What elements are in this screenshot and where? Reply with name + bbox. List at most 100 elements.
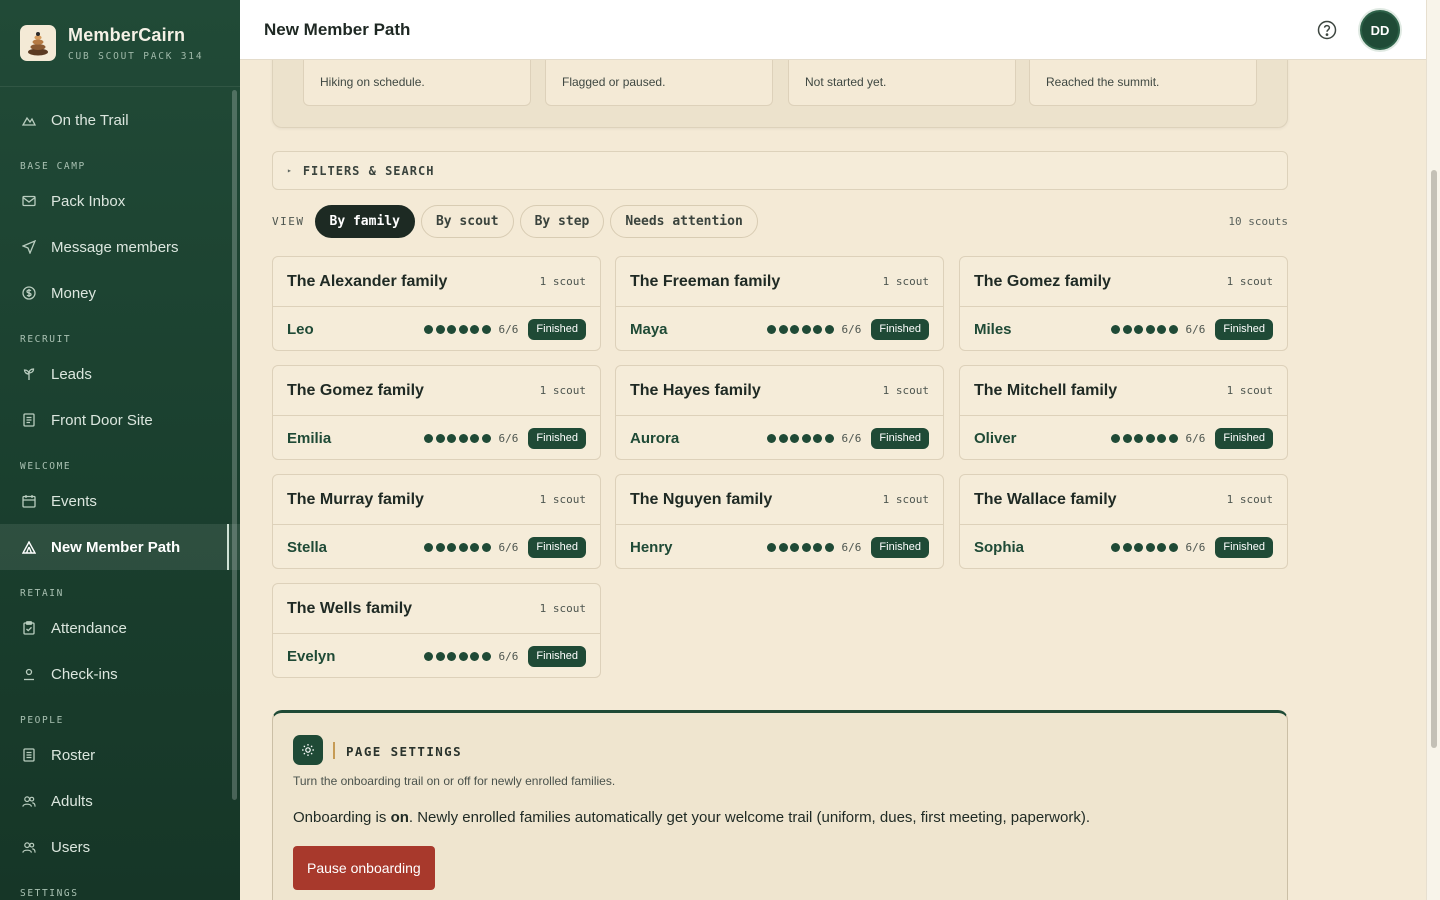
family-name: The Wells family <box>287 599 413 617</box>
scout-row[interactable]: Aurora 6/6 Finished <box>616 416 943 460</box>
scout-row[interactable]: Miles 6/6 Finished <box>960 307 1287 351</box>
family-card[interactable]: The Freeman family 1 scout Maya 6/6 Finished <box>615 256 944 351</box>
scout-row[interactable]: Evelyn 6/6 Finished <box>273 634 600 678</box>
scout-row[interactable]: Emilia 6/6 Finished <box>273 416 600 460</box>
family-scout-count: 1 scout <box>1226 384 1273 397</box>
step-dot <box>1157 324 1167 334</box>
step-dot <box>1168 433 1178 443</box>
sidebar-item-check-ins[interactable]: Check-ins <box>0 651 240 697</box>
status-badge: Finished <box>871 427 929 449</box>
view-by-scout-button[interactable]: By scout <box>420 205 514 238</box>
view-by-step-button[interactable]: By step <box>519 205 605 238</box>
family-card[interactable]: The Mitchell family 1 scout Oliver 6/6 Finis… <box>959 365 1288 460</box>
family-scout-count: 1 scout <box>1226 493 1273 506</box>
sidebar-item-events[interactable]: Events <box>0 478 240 524</box>
scout-row[interactable]: Sophia 6/6 Finished <box>960 525 1287 569</box>
step-dot <box>801 324 811 334</box>
scout-name[interactable]: Maya <box>630 321 668 338</box>
step-dot <box>813 324 823 334</box>
family-name: The Murray family <box>287 490 424 508</box>
progress-fraction: 6/6 <box>1185 431 1206 445</box>
view-needs-attention-button[interactable]: Needs attention <box>610 205 758 238</box>
sidebar-item-adults[interactable]: Adults <box>0 778 240 824</box>
stat-caption: Not started yet. <box>805 75 887 89</box>
scout-name[interactable]: Emilia <box>287 430 331 447</box>
step-dot <box>790 542 800 552</box>
scout-name[interactable]: Leo <box>287 321 314 338</box>
scout-name[interactable]: Aurora <box>630 430 679 447</box>
status-badge: Finished <box>1215 536 1273 558</box>
section-recruit: RECRUIT <box>20 334 72 345</box>
help-icon[interactable] <box>1317 20 1337 40</box>
scout-name[interactable]: Evelyn <box>287 648 335 665</box>
scout-row[interactable]: Maya 6/6 Finished <box>616 307 943 351</box>
stat-caption: Reached the summit. <box>1046 75 1160 89</box>
status-badge: Finished <box>871 318 929 340</box>
step-dot <box>824 542 834 552</box>
view-switcher: VIEW By family By scout By step Needs at… <box>272 205 1288 238</box>
family-name: The Gomez family <box>287 381 424 399</box>
scrollbar-thumb[interactable] <box>1431 170 1437 748</box>
family-card[interactable]: The Gomez family 1 scout Miles 6/6 Finished <box>959 256 1288 351</box>
family-card[interactable]: The Gomez family 1 scout Emilia 6/6 Finished <box>272 365 601 460</box>
sidebar-item-message-members[interactable]: Message members <box>0 224 240 270</box>
family-card[interactable]: The Alexander family 1 scout Leo 6/6 Finishe… <box>272 256 601 351</box>
stat-card-not-started: Not started yet. <box>788 60 1016 106</box>
family-scout-count: 1 scout <box>882 275 929 288</box>
step-dot <box>481 433 491 443</box>
sidebar-item-pack-inbox[interactable]: Pack Inbox <box>0 178 240 224</box>
step-dot <box>767 542 777 552</box>
tent-icon <box>22 540 36 554</box>
sidebar-item-label: Leads <box>51 365 92 383</box>
stat-card-on-track: Hiking on schedule. <box>303 60 531 106</box>
scout-name[interactable]: Miles <box>974 321 1012 338</box>
scout-row[interactable]: Oliver 6/6 Finished <box>960 416 1287 460</box>
scout-row[interactable]: Stella 6/6 Finished <box>273 525 600 569</box>
step-dot <box>1111 433 1121 443</box>
sidebar-item-label: New Member Path <box>51 538 181 556</box>
page-scrollbar[interactable] <box>1426 0 1440 900</box>
sidebar-item-front-door-site[interactable]: Front Door Site <box>0 397 240 443</box>
pause-onboarding-button[interactable]: Pause onboarding <box>293 846 435 890</box>
avatar[interactable]: DD <box>1360 10 1400 50</box>
scout-name[interactable]: Henry <box>630 539 673 556</box>
sidebar-item-new-member-path[interactable]: New Member Path <box>0 524 240 570</box>
status-badge: Finished <box>528 645 586 667</box>
family-name: The Alexander family <box>287 272 448 290</box>
sidebar-item-users[interactable]: Users <box>0 824 240 870</box>
sidebar-item-leads[interactable]: Leads <box>0 351 240 397</box>
section-base-camp: BASE CAMP <box>20 161 86 172</box>
progress-fraction: 6/6 <box>498 649 519 663</box>
sidebar-item-attendance[interactable]: Attendance <box>0 605 240 651</box>
sidebar-item-roster[interactable]: Roster <box>0 732 240 778</box>
family-card[interactable]: The Murray family 1 scout Stella 6/6 Finishe… <box>272 474 601 569</box>
status-badge: Finished <box>528 318 586 340</box>
family-card[interactable]: The Wallace family 1 scout Sophia 6/6 Finish… <box>959 474 1288 569</box>
users-icon <box>22 794 36 808</box>
sidebar-scrollbar[interactable] <box>232 90 237 800</box>
brand[interactable]: MemberCairn CUB SCOUT PACK 314 <box>0 0 240 87</box>
sidebar-item-money[interactable]: Money <box>0 270 240 316</box>
step-dot <box>435 433 445 443</box>
section-retain: RETAIN <box>20 588 64 599</box>
scout-name[interactable]: Oliver <box>974 430 1017 447</box>
scout-name[interactable]: Stella <box>287 539 327 556</box>
chevron-right-icon: ▸ <box>287 166 293 175</box>
stat-caption: Flagged or paused. <box>562 75 666 89</box>
sidebar-item-on-the-trail[interactable]: On the Trail <box>0 97 240 143</box>
step-dot <box>481 542 491 552</box>
family-card[interactable]: The Wells family 1 scout Evelyn 6/6 Finished <box>272 583 601 678</box>
step-dot <box>435 651 445 661</box>
scout-name[interactable]: Sophia <box>974 539 1024 556</box>
cairn-logo-icon <box>20 25 56 61</box>
filters-toggle[interactable]: ▸ FILTERS & SEARCH <box>272 151 1288 190</box>
family-card[interactable]: The Hayes family 1 scout Aurora 6/6 Finished <box>615 365 944 460</box>
step-dot <box>470 651 480 661</box>
view-by-family-button[interactable]: By family <box>314 205 415 238</box>
scout-row[interactable]: Leo 6/6 Finished <box>273 307 600 351</box>
family-card[interactable]: The Nguyen family 1 scout Henry 6/6 Finished <box>615 474 944 569</box>
step-dot <box>424 542 434 552</box>
family-scout-count: 1 scout <box>882 493 929 506</box>
scout-row[interactable]: Henry 6/6 Finished <box>616 525 943 569</box>
progress-fraction: 6/6 <box>841 431 862 445</box>
